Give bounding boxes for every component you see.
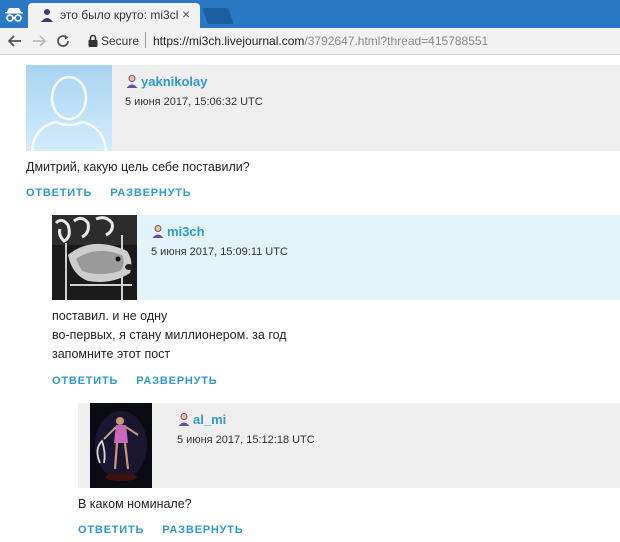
comment-text: Дмитрий, какую цель себе поставили? — [26, 158, 250, 177]
comment-line: Дмитрий, какую цель себе поставили? — [26, 160, 250, 174]
comment-author[interactable]: al_mi — [177, 411, 226, 429]
tab-title: это было круто: mi3ch — [60, 8, 178, 22]
comment-actions: ОТВЕТИТЬ РАЗВЕРНУТЬ — [26, 183, 209, 201]
forward-arrow-icon[interactable] — [30, 32, 48, 50]
comment-text: В каком номинале? — [78, 495, 192, 514]
user-profile-icon — [152, 225, 164, 238]
tab-close-icon[interactable]: × — [182, 6, 190, 22]
incognito-icon — [5, 8, 23, 22]
lock-icon — [88, 34, 98, 47]
address-bar-url[interactable]: https://mi3ch.livejournal.com/3792647.ht… — [153, 34, 488, 48]
reload-icon[interactable] — [54, 32, 72, 50]
browser-tab-active[interactable]: это было круто: mi3ch × — [28, 3, 200, 28]
comment-line: В каком номинале? — [78, 497, 192, 511]
dancer-avatar-image[interactable] — [90, 403, 152, 488]
browser-titlebar: это было круто: mi3ch × — [0, 0, 620, 28]
comment-date: 5 июня 2017, 15:09:11 UTC — [151, 246, 288, 258]
username: mi3ch — [167, 224, 205, 239]
comment-al-mi: al_mi 5 июня 2017, 15:12:18 UTC В каком … — [0, 393, 620, 542]
reply-button[interactable]: ОТВЕТИТЬ — [52, 375, 118, 387]
livejournal-favicon-icon — [41, 9, 53, 22]
comment-author[interactable]: mi3ch — [151, 223, 205, 241]
expand-button[interactable]: РАЗВЕРНУТЬ — [110, 187, 191, 199]
comment-date: 5 июня 2017, 15:12:18 UTC — [177, 434, 315, 446]
comment-text: поставил. и не одну во-первых, я стану м… — [52, 307, 287, 364]
user-profile-icon — [126, 75, 138, 88]
comment-line: поставил. и не одну — [52, 309, 168, 323]
secure-label[interactable]: Secure — [101, 34, 139, 48]
browser-toolbar: Secure https://mi3ch.livejournal.com/379… — [0, 28, 620, 55]
url-host: https://mi3ch.livejournal.com — [153, 34, 305, 48]
bear-avatar-image[interactable] — [52, 215, 137, 300]
comment-header — [78, 403, 620, 488]
comment-actions: ОТВЕТИТЬ РАЗВЕРНУТЬ — [78, 520, 261, 538]
comment-author[interactable]: yaknikolay — [125, 73, 208, 91]
new-tab-button[interactable] — [202, 8, 234, 24]
expand-button[interactable]: РАЗВЕРНУТЬ — [162, 524, 243, 536]
comment-line: запомните этот пост — [52, 347, 171, 361]
back-arrow-icon[interactable] — [6, 32, 24, 50]
comment-line: во-первых, я стану миллионером. за год — [52, 328, 287, 342]
url-path: /3792647.html?thread=415788551 — [304, 34, 489, 48]
reply-button[interactable]: ОТВЕТИТЬ — [78, 524, 144, 536]
comment-header — [52, 215, 620, 300]
reply-button[interactable]: ОТВЕТИТЬ — [26, 187, 92, 199]
comment-header — [26, 65, 620, 151]
comment-date: 5 июня 2017, 15:06:32 UTC — [125, 96, 263, 108]
comment-yaknikolay: yaknikolay 5 июня 2017, 15:06:32 UTC Дми… — [0, 55, 620, 205]
user-profile-icon — [178, 413, 190, 426]
username: yaknikolay — [141, 74, 208, 89]
expand-button[interactable]: РАЗВЕРНУТЬ — [136, 375, 217, 387]
url-divider — [145, 32, 146, 48]
default-avatar-icon[interactable] — [26, 65, 112, 151]
comment-actions: ОТВЕТИТЬ РАЗВЕРНУТЬ — [52, 371, 235, 389]
username: al_mi — [193, 412, 227, 427]
comment-mi3ch: mi3ch 5 июня 2017, 15:09:11 UTC поставил… — [0, 205, 620, 395]
